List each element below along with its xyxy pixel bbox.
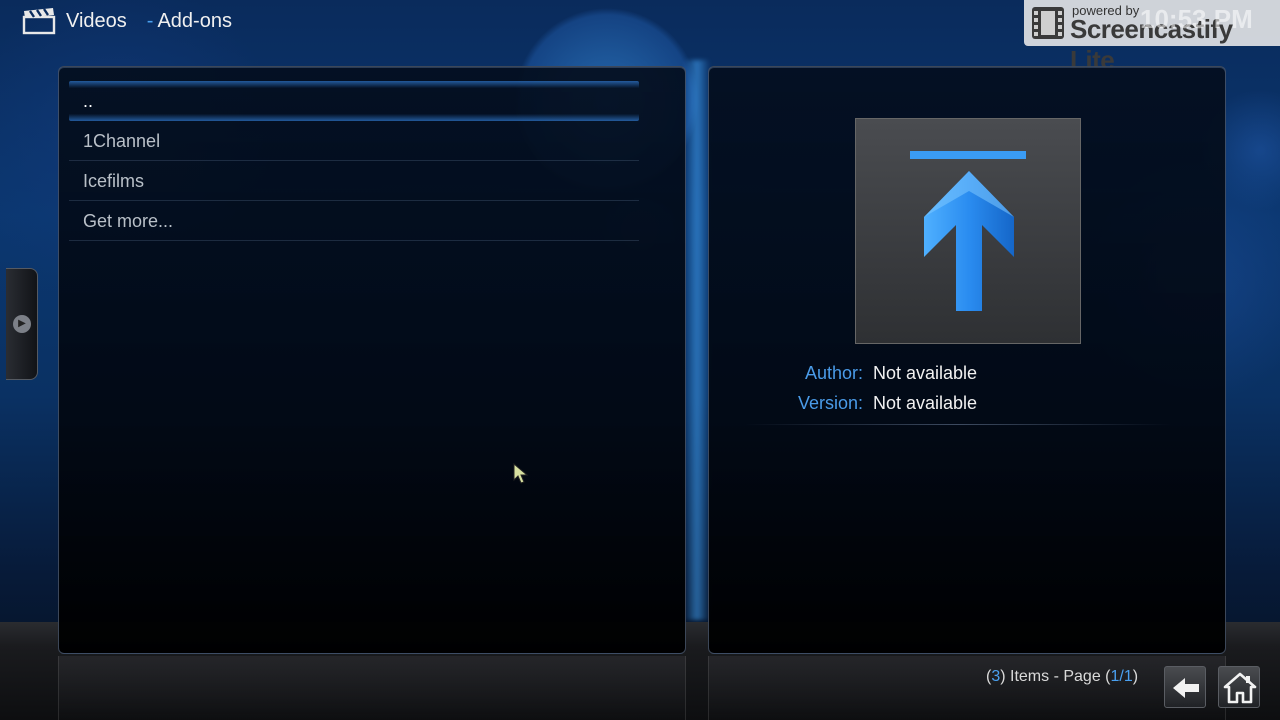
addon-list: .. 1Channel Icefilms Get more... — [59, 81, 685, 241]
home-button[interactable] — [1218, 666, 1260, 708]
upload-arrow-icon — [910, 151, 1026, 311]
mouse-pointer-icon — [513, 463, 529, 484]
side-menu-arrow-icon: ▶ — [13, 315, 31, 333]
back-arrow-icon — [1173, 678, 1199, 698]
clock: 10:53 PM — [1140, 4, 1253, 34]
items-count: 3 — [991, 668, 1001, 685]
list-item-parent-folder[interactable]: .. — [69, 81, 639, 121]
section-title: Videos — [66, 9, 127, 32]
addon-list-panel: .. 1Channel Icefilms Get more... — [58, 66, 686, 654]
window-header: Videos - Add-ons — [22, 6, 232, 36]
details-divider — [743, 424, 1173, 425]
list-item-1channel[interactable]: 1Channel — [69, 121, 639, 161]
right-panel-reflection — [708, 656, 1226, 720]
version-label: Version: — [797, 393, 863, 413]
background-light-streak — [684, 60, 710, 620]
clapperboard-icon — [22, 8, 56, 35]
author-value: Not available — [873, 363, 978, 383]
items-page-counter: (3) Items - Page (1/1) — [986, 668, 1139, 685]
author-label: Author: — [804, 363, 863, 383]
list-item-icefilms[interactable]: Icefilms — [69, 161, 639, 201]
page-indicator: 1/1 — [1110, 668, 1133, 685]
back-button[interactable] — [1164, 666, 1206, 708]
addon-details-panel: Author: Not available Version: Not avail… — [708, 66, 1226, 654]
version-value: Not available — [873, 393, 978, 413]
home-icon — [1223, 672, 1257, 704]
side-menu-tab[interactable]: ▶ — [6, 268, 38, 380]
breadcrumb-subsection: - Add-ons — [146, 9, 232, 32]
addon-thumbnail — [855, 118, 1081, 344]
list-item-get-more[interactable]: Get more... — [69, 201, 639, 241]
film-strip-icon — [1032, 7, 1064, 39]
left-panel-reflection — [58, 656, 686, 720]
